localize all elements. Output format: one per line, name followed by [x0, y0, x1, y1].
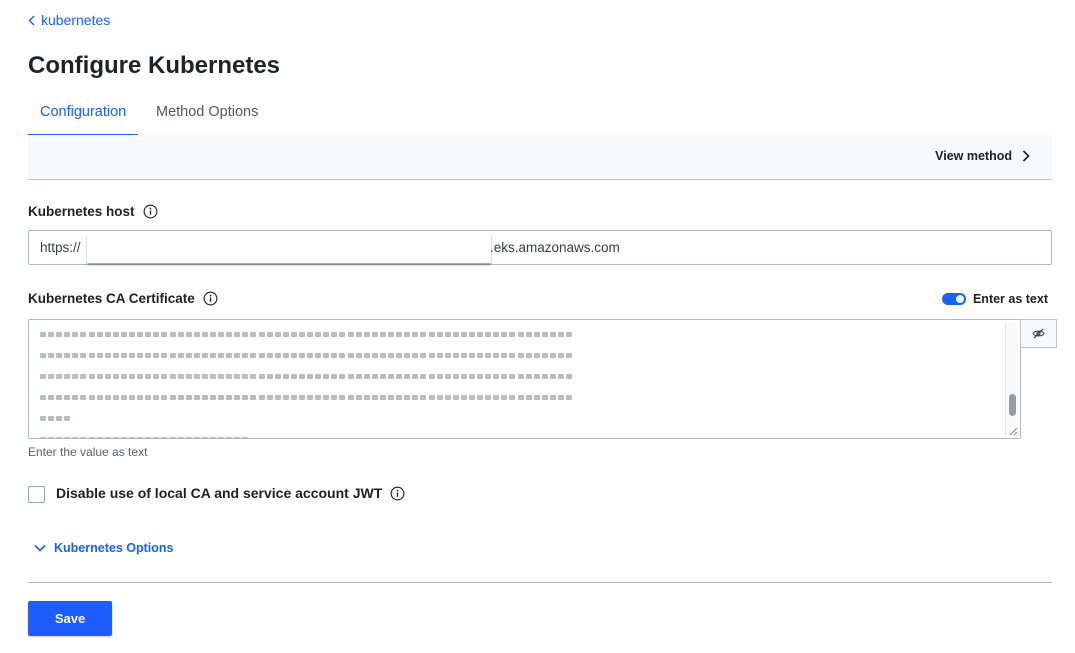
tab-method-options[interactable]: Method Options [144, 92, 270, 134]
ca-label: Kubernetes CA Certificate [28, 291, 195, 306]
disable-local-ca-row: Disable use of local CA and service acco… [56, 485, 405, 501]
eye-slash-icon [1032, 328, 1045, 339]
chevron-right-icon [1022, 150, 1030, 162]
divider [28, 582, 1052, 583]
enter-as-text-toggle[interactable]: Enter as text [941, 292, 1048, 306]
masked-text-line [40, 366, 574, 379]
ca-certificate-textarea[interactable] [28, 319, 1021, 439]
tab-bar: Configuration Method Options [28, 92, 1052, 136]
breadcrumb[interactable]: kubernetes [28, 12, 110, 28]
host-input[interactable]: https:// .eks.amazonaws.com [28, 230, 1052, 265]
disable-local-ca-checkbox[interactable] [28, 486, 45, 503]
save-button[interactable]: Save [28, 601, 112, 636]
masked-text-line [40, 387, 574, 400]
masked-text-line [40, 324, 574, 337]
kubernetes-options-toggle[interactable]: Kubernetes Options [34, 541, 173, 555]
host-value-suffix: .eks.amazonaws.com [490, 240, 620, 255]
view-method-label: View method [935, 149, 1012, 163]
masked-text-line [40, 429, 250, 438]
toggle-label: Enter as text [972, 292, 1048, 306]
info-icon[interactable] [143, 204, 158, 219]
host-label: Kubernetes host [28, 204, 135, 219]
toggle-visibility-button[interactable] [1020, 319, 1057, 348]
info-icon[interactable] [203, 291, 218, 306]
disable-local-ca-label[interactable]: Disable use of local CA and service acco… [56, 485, 382, 501]
host-value-prefix: https:// [40, 240, 81, 255]
masked-text-line [40, 345, 574, 358]
scrollbar[interactable] [1005, 322, 1019, 436]
masked-text-line [40, 408, 72, 421]
page-title: Configure Kubernetes [28, 52, 281, 79]
scrollbar-thumb[interactable] [1009, 394, 1016, 416]
tab-configuration[interactable]: Configuration [28, 92, 139, 136]
ca-label-row: Kubernetes CA Certificate [28, 291, 218, 306]
host-label-row: Kubernetes host [28, 204, 158, 219]
redacted-host-overlay [87, 234, 491, 263]
toggle-switch[interactable] [941, 293, 966, 305]
toolbar: View method [28, 135, 1052, 180]
view-method-link[interactable]: View method [935, 149, 1030, 163]
chevron-left-icon [28, 15, 35, 25]
chevron-down-icon [34, 544, 46, 552]
info-icon[interactable] [390, 486, 405, 501]
helper-text: Enter the value as text [28, 445, 148, 459]
breadcrumb-link[interactable]: kubernetes [41, 12, 110, 28]
resize-handle-icon[interactable] [1008, 426, 1018, 436]
kubernetes-options-label: Kubernetes Options [54, 541, 174, 555]
